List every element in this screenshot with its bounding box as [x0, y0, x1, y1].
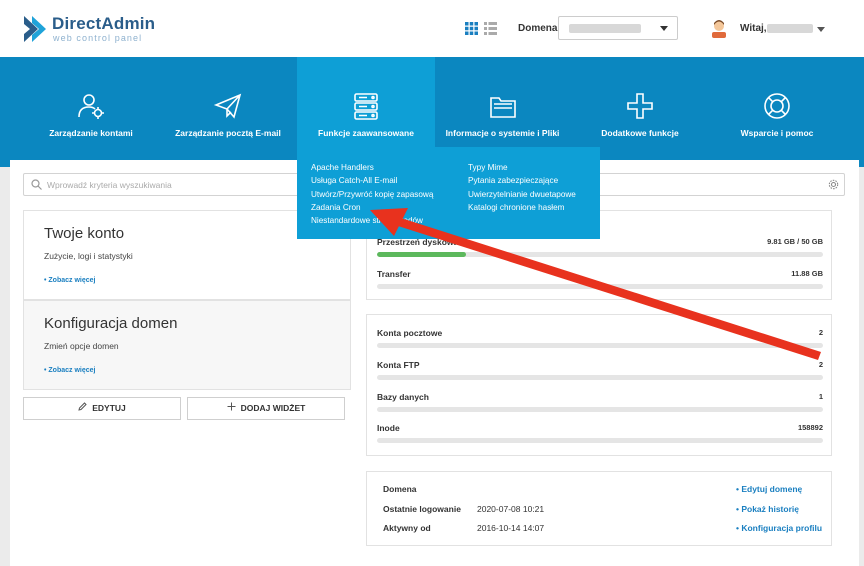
add-widget-button[interactable]: DODAJ WIDŻET — [187, 397, 345, 420]
top-header: DirectAdmin web control panel Domena Wit… — [0, 0, 864, 57]
menu-item-cron-jobs[interactable]: Zadania Cron — [311, 201, 433, 214]
stat-value: 1 — [818, 392, 823, 401]
folder-icon — [489, 97, 516, 118]
stat-name: Transfer — [377, 269, 411, 279]
grid-view-icon[interactable] — [465, 22, 478, 35]
profile-config-link[interactable]: • Konfiguracja profilu — [736, 523, 822, 533]
domain-select[interactable] — [558, 16, 678, 40]
widget-description: Zużycie, logi i statystyki — [44, 251, 133, 261]
user-avatar-icon[interactable] — [710, 18, 728, 38]
nav-label: Informacje o systemie i Pliki — [445, 128, 560, 138]
info-value: 2020-07-08 10:21 — [477, 504, 545, 514]
stat-row: Inode 158892 — [377, 423, 823, 445]
widget-title: Konfiguracja domen — [44, 315, 178, 332]
menu-item-backup-restore[interactable]: Utwórz/Przywróć kopię zapasową — [311, 188, 433, 201]
info-key: Ostatnie logowanie — [383, 504, 461, 514]
account-counts-box: Konta pocztowe 2 Konta FTP 2 Bazy danych… — [366, 314, 832, 456]
nav-label: Funkcje zaawansowane — [318, 128, 414, 138]
info-key: Aktywny od — [383, 523, 431, 533]
see-more-link[interactable]: • Zobacz więcej — [44, 277, 95, 284]
menu-item-password-protected-dirs[interactable]: Katalogi chronione hasłem — [468, 201, 576, 214]
show-history-link[interactable]: • Pokaż historię — [736, 504, 799, 514]
widget-description: Zmień opcje domen — [44, 341, 119, 351]
stat-row: Przestrzeń dyskowa 9.81 GB / 50 GB — [377, 237, 823, 259]
domain-label: Domena — [518, 23, 558, 34]
directadmin-logo[interactable]: DirectAdmin web control panel — [22, 12, 162, 46]
nav-email-management[interactable]: Zarządzanie pocztą E-mail — [168, 57, 288, 147]
nav-label: Zarządzanie pocztą E-mail — [175, 128, 281, 138]
username-redacted — [767, 24, 813, 33]
stat-row: Transfer 11.88 GB — [377, 269, 823, 291]
logo-title: DirectAdmin — [52, 14, 156, 33]
info-row: Domena • Edytuj domenę — [383, 484, 823, 498]
stat-value: 11.88 GB — [791, 269, 823, 278]
stat-name: Konta FTP — [377, 360, 420, 370]
info-key: Domena — [383, 484, 417, 494]
menu-item-security-questions[interactable]: Pytania zabezpieczające — [468, 174, 576, 187]
info-row: Ostatnie logowanie 2020-07-08 10:21 • Po… — [383, 504, 823, 518]
menu-item-custom-error-pages[interactable]: Niestandardowe strony błędów — [311, 214, 433, 227]
progress-track — [377, 438, 823, 443]
plus-icon — [227, 402, 236, 411]
stat-row: Konta pocztowe 2 — [377, 328, 823, 350]
stat-row: Konta FTP 2 — [377, 360, 823, 382]
search-icon — [31, 179, 42, 190]
progress-fill — [377, 252, 467, 257]
stat-name: Bazy danych — [377, 392, 429, 402]
nav-support-help[interactable]: Wsparcie i pomoc — [722, 57, 832, 147]
stat-value: 2 — [818, 328, 823, 337]
info-value: 2016-10-14 14:07 — [477, 523, 545, 533]
stat-value: 9.81 GB / 50 GB — [767, 237, 823, 246]
logo-chevron-icon — [24, 16, 46, 42]
nav-label: Wsparcie i pomoc — [740, 128, 814, 138]
progress-track — [377, 407, 823, 412]
list-view-icon[interactable] — [484, 22, 497, 35]
stat-value: 158892 — [797, 423, 823, 432]
edit-domain-link[interactable]: • Edytuj domenę — [736, 484, 802, 494]
progress-track — [377, 375, 823, 380]
lifebuoy-icon — [764, 93, 790, 119]
menu-item-mime-types[interactable]: Typy Mime — [468, 161, 576, 174]
nav-label: Dodatkowe funkcje — [601, 128, 679, 138]
nav-label: Zarządzanie kontami — [49, 128, 133, 138]
domain-value-redacted — [569, 24, 641, 33]
domain-config-widget: Konfiguracja domen Zmień opcje domen • Z… — [23, 300, 351, 390]
menu-item-apache-handlers[interactable]: Apache Handlers — [311, 161, 433, 174]
see-more-link[interactable]: • Zobacz więcej — [44, 367, 95, 374]
progress-track — [377, 284, 823, 289]
user-greeting: Witaj, — [740, 23, 767, 34]
progress-track — [377, 343, 823, 348]
edit-button[interactable]: EDYTUJ — [23, 397, 181, 420]
nav-extra-features[interactable]: Dodatkowe funkcje — [585, 57, 695, 147]
progress-track — [377, 252, 823, 257]
pencil-icon — [78, 402, 87, 411]
stat-row: Bazy danych 1 — [377, 392, 823, 414]
add-widget-label: DODAJ WIDŻET — [240, 403, 306, 413]
info-row: Aktywny od 2016-10-14 14:07 • Konfigurac… — [383, 523, 823, 537]
users-gear-icon — [78, 94, 104, 119]
logo-subtitle: web control panel — [53, 33, 143, 43]
chevron-down-icon — [660, 26, 668, 31]
edit-label: EDYTUJ — [92, 403, 126, 413]
dropdown-column-left: Apache Handlers Usługa Catch-All E-mail … — [311, 161, 433, 227]
account-info-box: Domena • Edytuj domenę Ostatnie logowani… — [366, 471, 832, 546]
server-icon — [354, 93, 378, 120]
gear-icon[interactable] — [828, 179, 839, 190]
dropdown-column-right: Typy Mime Pytania zabezpieczające Uwierz… — [468, 161, 576, 214]
menu-item-two-step-auth[interactable]: Uwierzytelnianie dwuetapowe — [468, 188, 576, 201]
stat-value: 2 — [818, 360, 823, 369]
user-menu-chevron-icon[interactable] — [817, 27, 825, 32]
advanced-features-dropdown: Apache Handlers Usługa Catch-All E-mail … — [297, 147, 600, 239]
menu-item-catch-all-email[interactable]: Usługa Catch-All E-mail — [311, 174, 433, 187]
paper-plane-icon — [213, 93, 242, 119]
nav-system-info-files[interactable]: Informacje o systemie i Pliki — [440, 57, 565, 147]
stat-name: Inode — [377, 423, 400, 433]
widget-title: Twoje konto — [44, 225, 125, 242]
stat-name: Konta pocztowe — [377, 328, 443, 338]
nav-account-management[interactable]: Zarządzanie kontami — [36, 57, 146, 147]
nav-advanced-features[interactable]: Funkcje zaawansowane — [297, 57, 435, 147]
plus-icon — [627, 93, 653, 119]
